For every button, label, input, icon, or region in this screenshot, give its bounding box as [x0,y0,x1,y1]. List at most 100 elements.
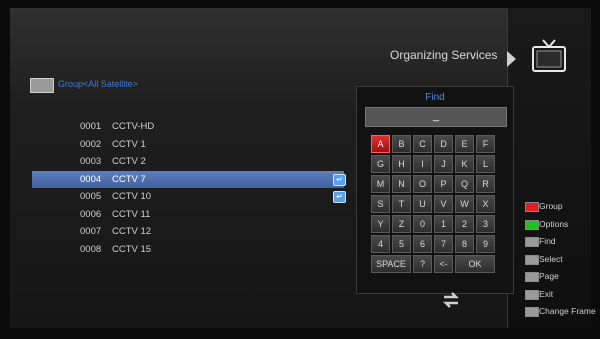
legend-label: Exit [539,288,554,299]
green-key-icon [525,219,539,230]
key-m[interactable]: M [371,175,390,193]
legend-item: Page [525,268,600,286]
find-key-icon [525,237,539,247]
channel-number: 0005 [80,191,102,202]
page-key-icon [525,272,539,282]
key-5[interactable]: 5 [392,235,411,253]
key-s[interactable]: S [371,195,390,213]
legend-label: Group [539,201,563,211]
channel-row[interactable]: 0005 CCTV 10 ↵ [32,188,352,206]
channel-name: CCTV 10 [112,191,152,202]
satellite-icon [30,78,54,93]
channel-row[interactable]: 0004 CCTV 7 ↵ [32,170,346,188]
legend-label: Page [539,271,559,281]
find-keyboard: Find _ ABCDEF GHIJKL MNOPQR STUVWX YZ0123 456… [356,86,514,294]
key-q[interactable]: Q [455,175,474,193]
key-question[interactable]: ? [413,255,432,273]
key-n[interactable]: N [392,175,411,193]
key-x[interactable]: X [476,195,495,213]
channel-number: 0001 [80,121,102,132]
key-2[interactable]: 2 [455,215,474,233]
channel-number: 0007 [80,226,102,237]
legend-label: Change Frame [539,306,596,316]
channel-number: 0006 [80,208,102,220]
key-ok[interactable]: OK [455,255,495,273]
channel-row[interactable]: 0002 CCTV 1 [32,136,352,154]
key-p[interactable]: P [434,175,453,193]
channel-number: 0008 [80,243,102,255]
channel-name: CCTV 15 [112,243,152,255]
page-title: Organizing Services [390,48,498,62]
key-6[interactable]: 6 [413,235,432,253]
key-y[interactable]: Y [371,215,390,233]
key-k[interactable]: K [455,155,474,173]
legend-item: Exit [525,286,600,304]
key-w[interactable]: W [455,195,474,213]
legend-item: Change Frame [525,303,600,321]
channel-name: CCTV-HD [112,121,155,132]
key-8[interactable]: 8 [455,235,474,253]
channel-row[interactable]: 0001 CCTV-HD [32,118,352,136]
key-9[interactable]: 9 [476,235,495,253]
channel-list: 0001 CCTV-HD 0002 CCTV 1 0003 CCTV 2 0004 CCTV … [32,118,352,258]
channel-row[interactable]: 0003 CCTV 2 [32,153,352,171]
move-icon: ↵ [333,173,346,186]
key-backspace[interactable]: <- [434,255,453,273]
exit-key-icon [525,289,539,300]
channel-number: 0004 [80,173,102,185]
group-bar[interactable]: Group<All Satellite> [26,78,338,93]
key-l[interactable]: L [476,155,495,173]
channel-name: CCTV 1 [112,138,146,150]
key-0[interactable]: 0 [413,215,432,233]
channel-number: 0003 [80,156,102,167]
tv-icon [529,36,569,76]
key-g[interactable]: G [371,155,390,173]
legend-item: Find [525,233,600,251]
legend-item: Group [525,198,600,216]
key-7[interactable]: 7 [434,235,453,253]
panel-arrow-icon [507,51,516,67]
key-space[interactable]: SPACE [371,255,411,273]
key-3[interactable]: 3 [476,215,495,233]
key-j[interactable]: J [434,155,453,173]
key-t[interactable]: T [392,195,411,213]
channel-name: CCTV 7 [112,173,146,185]
move-icon: ↵ [333,191,346,203]
legend-label: Select [539,253,563,264]
key-r[interactable]: R [476,175,495,193]
key-h[interactable]: H [392,155,411,173]
key-a[interactable]: A [371,135,390,153]
key-u[interactable]: U [413,195,432,213]
key-d[interactable]: D [434,135,453,153]
channel-row[interactable]: 0008 CCTV 15 [32,241,352,259]
key-c[interactable]: C [413,135,432,153]
swap-icon [440,291,462,309]
button-legend: Group Options Find Select Page Exit Change Fra… [525,198,600,321]
legend-item: Options [525,216,600,234]
key-1[interactable]: 1 [434,215,453,233]
key-4[interactable]: 4 [371,235,390,253]
channel-name: CCTV 11 [112,208,151,220]
find-title: Find [425,92,445,103]
legend-item: Select [525,251,600,269]
key-b[interactable]: B [392,135,411,153]
key-o[interactable]: O [413,175,432,193]
key-f[interactable]: F [476,135,495,153]
key-v[interactable]: V [434,195,453,213]
channel-row[interactable]: 0006 CCTV 11 [32,206,352,224]
legend-label: Options [539,218,569,229]
channel-row[interactable]: 0007 CCTV 12 [32,223,352,241]
key-z[interactable]: Z [392,215,411,233]
tv-frame: Organizing Services Group<All Satellite>… [0,0,600,339]
group-label: Group<All Satellite> [58,79,139,89]
key-e[interactable]: E [455,135,474,153]
find-input[interactable]: _ [365,107,507,127]
change-frame-key-icon [525,307,539,317]
select-key-icon [525,254,539,265]
red-key-icon [525,202,539,212]
screen: Organizing Services Group<All Satellite>… [10,8,596,328]
legend-label: Find [539,236,556,246]
key-i[interactable]: I [413,155,432,173]
channel-number: 0002 [80,138,102,150]
channel-name: CCTV 2 [112,156,146,167]
